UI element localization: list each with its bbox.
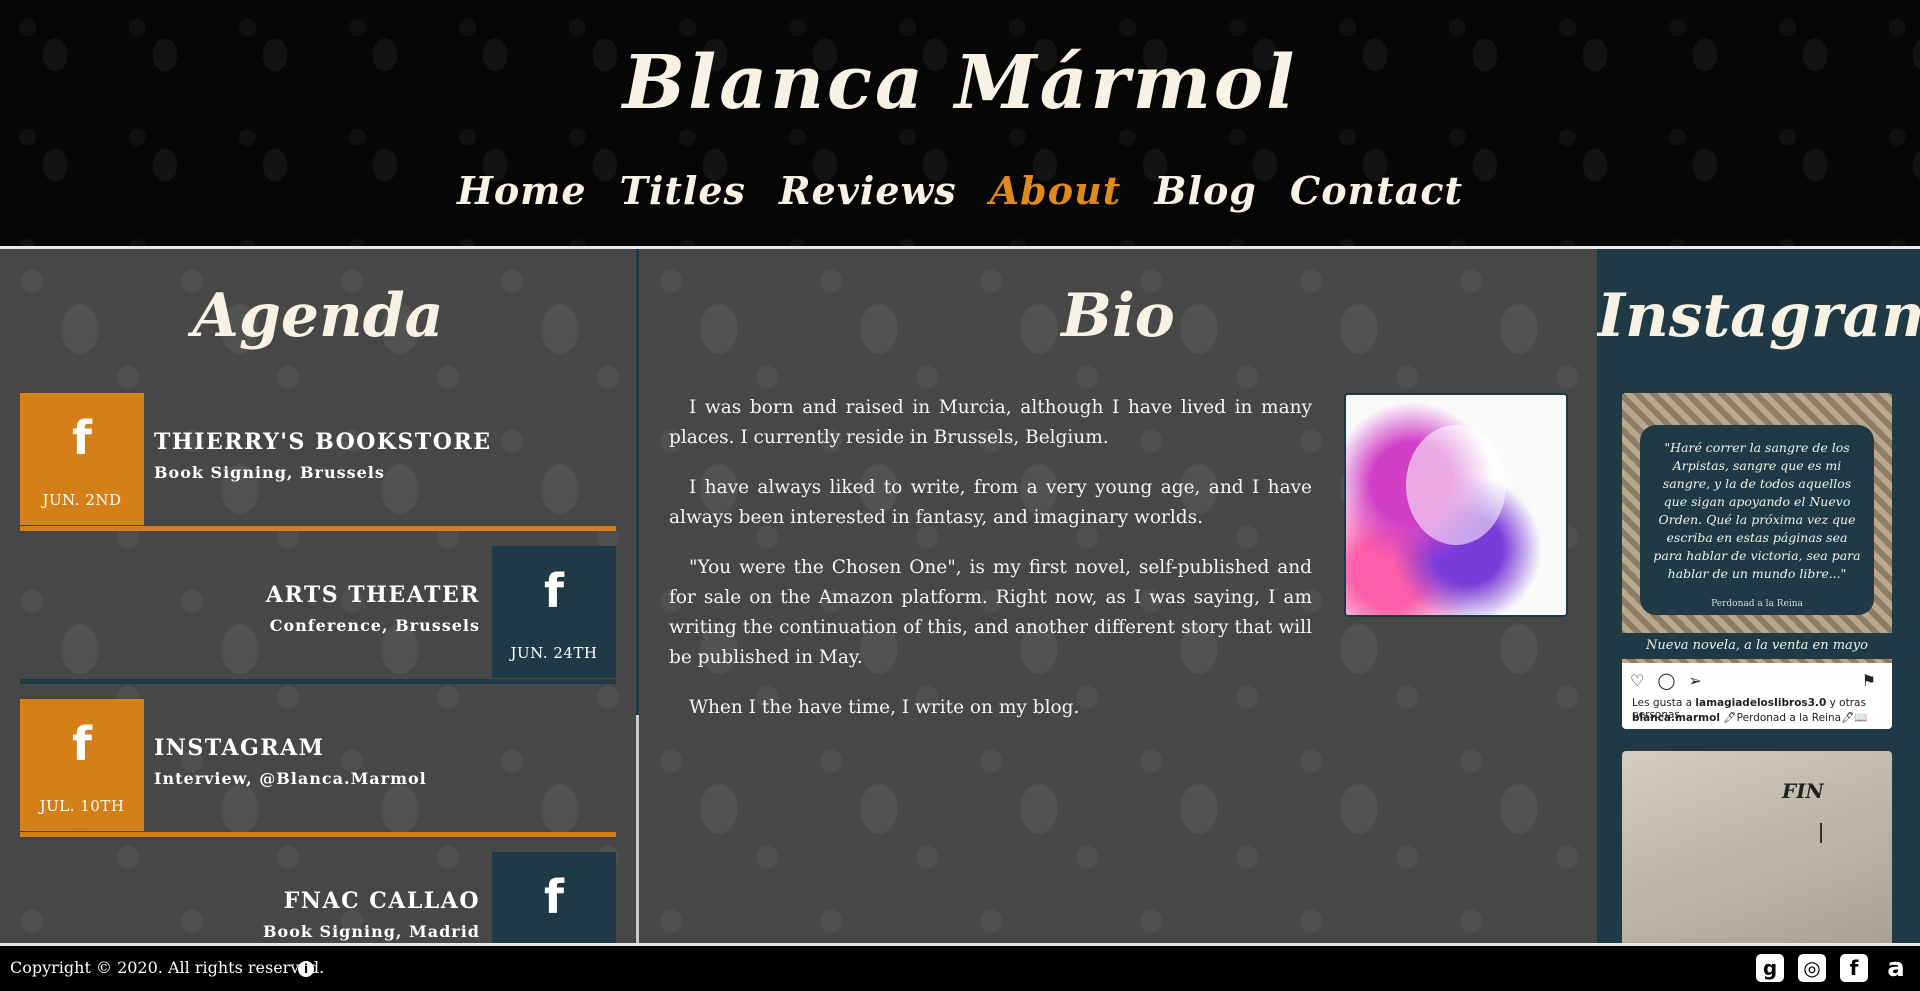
author-photo: [1344, 393, 1568, 617]
site-footer: Copyright © 2020. All rights reserved. i…: [0, 943, 1920, 991]
facebook-icon[interactable]: f: [1840, 954, 1868, 982]
comment-icon[interactable]: ◯: [1657, 671, 1675, 690]
site-header: Blanca Mármol Home Titles Reviews About …: [0, 0, 1920, 249]
instagram-post[interactable]: "Haré correr la sangre de los Arpistas, …: [1622, 393, 1892, 729]
post-quote-card: "Haré correr la sangre de los Arpistas, …: [1640, 425, 1874, 615]
info-icon[interactable]: i: [298, 961, 314, 977]
post-cursor-mark: [1820, 823, 1822, 843]
nav-reviews[interactable]: Reviews: [779, 168, 957, 213]
instagram-panel: Instagram "Haré correr la sangre de los …: [1597, 249, 1920, 943]
nav-titles[interactable]: Titles: [620, 168, 746, 213]
post-actions: ♡ ◯ ➢ ⚑: [1630, 671, 1884, 690]
event-name: INSTAGRAM: [154, 735, 325, 761]
agenda-title: Agenda: [192, 281, 444, 351]
facebook-icon[interactable]: f: [72, 415, 92, 461]
agenda-event[interactable]: f JUN. 24TH ARTS THEATER Conference, Bru…: [20, 546, 616, 684]
caption-text: 🖊Perdonad a la Reina🖊📖: [1719, 712, 1868, 724]
heart-icon[interactable]: ♡: [1630, 671, 1644, 690]
event-date-box: f JUN. 2ND: [20, 393, 144, 525]
event-date-box: f JUN. 24TH: [492, 546, 616, 678]
event-date-box: f: [492, 852, 616, 943]
event-detail: Book Signing, Brussels: [154, 463, 385, 482]
agenda-event[interactable]: f FNAC CALLAO Book Signing, Madrid: [20, 852, 616, 943]
share-icon[interactable]: ➢: [1688, 671, 1701, 690]
event-date: JUN. 2ND: [42, 491, 122, 509]
event-detail: Interview, @Blanca.Marmol: [154, 769, 427, 788]
facebook-icon[interactable]: f: [544, 874, 564, 920]
event-date-box: f JUL. 10TH: [20, 699, 144, 831]
post-quote: "Haré correr la sangre de los Arpistas, …: [1653, 440, 1861, 581]
event-name: THIERRY'S BOOKSTORE: [154, 429, 492, 455]
event-date: JUL. 10TH: [39, 797, 125, 815]
event-detail: Book Signing, Madrid: [263, 922, 480, 941]
event-date: JUN. 24TH: [510, 644, 598, 662]
bio-paragraph: I was born and raised in Murcia, althoug…: [669, 397, 1312, 448]
post-caption: blanca.marmol 🖊Perdonad a la Reina🖊📖: [1632, 711, 1868, 724]
event-name: ARTS THEATER: [265, 582, 480, 608]
nav-home[interactable]: Home: [457, 168, 587, 213]
likes-prefix: Les gusta a: [1632, 697, 1696, 709]
caption-user[interactable]: blanca.marmol: [1632, 712, 1720, 724]
bio-paragraph: "You were the Chosen One", is my first n…: [669, 557, 1312, 668]
bio-text: I was born and raised in Murcia, althoug…: [669, 393, 1312, 743]
nav-blog[interactable]: Blog: [1154, 168, 1256, 213]
instagram-icon[interactable]: ◎: [1798, 954, 1826, 982]
facebook-icon[interactable]: f: [72, 721, 92, 767]
author-face: [1406, 425, 1506, 545]
post-quote-caption: Perdonad a la Reina: [1711, 599, 1803, 609]
instagram-post[interactable]: FIN: [1622, 751, 1892, 943]
post-text: FIN: [1782, 779, 1824, 803]
likes-user[interactable]: lamagiadelosIibros3.0: [1695, 697, 1826, 709]
event-divider: [20, 832, 616, 837]
bio-panel: Bio I was born and raised in Murcia, alt…: [639, 249, 1597, 943]
bio-paragraph: I have always liked to write, from a ver…: [669, 477, 1312, 528]
event-detail: Conference, Brussels: [269, 616, 480, 635]
agenda-event[interactable]: f JUL. 10TH INSTAGRAM Interview, @Blanca…: [20, 699, 616, 837]
goodreads-icon[interactable]: g: [1756, 954, 1784, 982]
agenda-event[interactable]: f JUN. 2ND THIERRY'S BOOKSTORE Book Sign…: [20, 393, 616, 531]
event-divider: [20, 526, 616, 531]
amazon-icon[interactable]: a: [1882, 954, 1910, 982]
nav-about[interactable]: About: [990, 168, 1122, 213]
instagram-title: Instagram: [1597, 281, 1920, 351]
facebook-icon[interactable]: f: [544, 568, 564, 614]
agenda-panel: Agenda f JUN. 2ND THIERRY'S BOOKSTORE Bo…: [0, 249, 636, 943]
social-links: g ◎ f a: [1756, 954, 1910, 982]
event-name: FNAC CALLAO: [283, 888, 480, 914]
main-nav: Home Titles Reviews About Blog Contact: [0, 168, 1920, 213]
site-title[interactable]: Blanca Mármol: [0, 40, 1920, 126]
bookmark-icon[interactable]: ⚑: [1862, 671, 1876, 690]
nav-contact[interactable]: Contact: [1290, 168, 1463, 213]
bio-title: Bio: [1061, 281, 1175, 351]
copyright-text: Copyright © 2020. All rights reserved.: [10, 958, 325, 977]
event-divider: [20, 679, 616, 684]
post-banner: Nueva novela, a la venta en mayo: [1622, 633, 1892, 659]
bio-paragraph: When I the have time, I write on my blog…: [689, 697, 1080, 718]
